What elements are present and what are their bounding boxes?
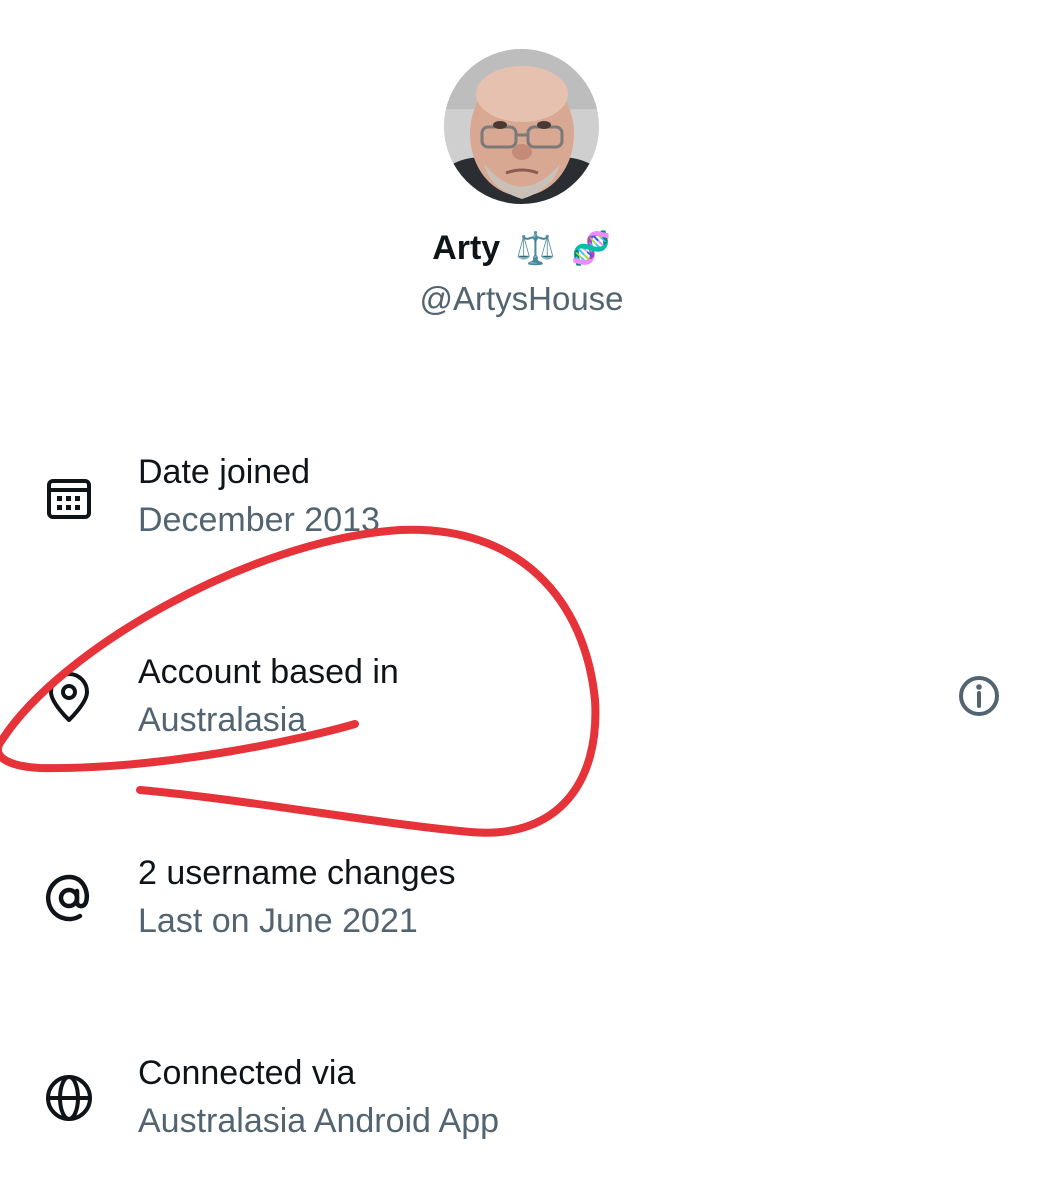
info-row-account-based-in: Account based in Australasia bbox=[0, 650, 1043, 760]
info-icon[interactable] bbox=[955, 672, 1003, 720]
dna-emoji: 🧬 bbox=[570, 230, 611, 266]
row-value: Australasia bbox=[138, 701, 307, 739]
display-name: Arty ⚖️ 🧬 bbox=[0, 226, 1043, 270]
row-value: December 2013 bbox=[138, 501, 380, 539]
location-pin-icon bbox=[49, 672, 89, 722]
row-value: Last on June 2021 bbox=[138, 902, 418, 940]
globe-icon bbox=[46, 1075, 92, 1121]
user-handle: @ArtysHouse bbox=[419, 280, 624, 317]
at-sign-icon bbox=[45, 874, 89, 922]
scales-emoji: ⚖️ bbox=[515, 230, 556, 266]
avatar-photo bbox=[444, 49, 599, 204]
avatar[interactable] bbox=[444, 49, 599, 204]
row-title: Connected via bbox=[138, 1054, 356, 1092]
display-name-text: Arty bbox=[432, 229, 501, 267]
info-row-connected-via: Connected via Australasia Android App bbox=[0, 1051, 1043, 1161]
row-value: Australasia Android App bbox=[138, 1102, 500, 1140]
row-title: 2 username changes bbox=[138, 854, 456, 892]
row-title: Date joined bbox=[138, 453, 311, 491]
row-title: Account based in bbox=[138, 653, 399, 691]
calendar-icon bbox=[47, 479, 91, 519]
info-row-username-changes: 2 username changes Last on June 2021 bbox=[0, 851, 1043, 961]
info-row-date-joined: Date joined December 2013 bbox=[0, 450, 1043, 560]
